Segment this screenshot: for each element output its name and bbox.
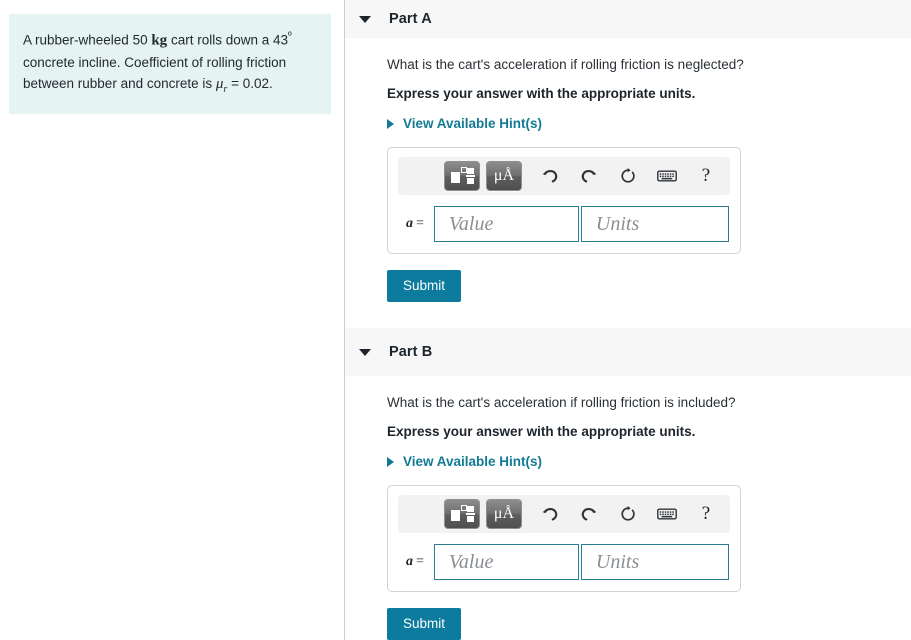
reset-icon[interactable]	[614, 501, 642, 527]
parts-spacer	[345, 302, 911, 328]
parts-pane: Part A What is the cart's acceleration i…	[345, 0, 911, 640]
variable-label-a: a =	[406, 216, 424, 231]
redo-icon[interactable]	[575, 163, 603, 189]
view-hints-label-a: View Available Hint(s)	[403, 116, 543, 131]
help-icon[interactable]: ?	[692, 163, 720, 189]
part-body-b: What is the cart's acceleration if rolli…	[345, 376, 911, 640]
undo-icon[interactable]	[536, 163, 564, 189]
math-toolbar-b: μÅ ?	[398, 495, 730, 533]
part-header-a[interactable]: Part A	[345, 0, 911, 38]
problem-statement-card: A rubber-wheeled 50 kg cart rolls down a…	[9, 14, 331, 114]
units-icon[interactable]: μÅ	[486, 161, 522, 191]
problem-text-part2: cart rolls down a 43	[167, 32, 288, 48]
problem-mass-unit: kg	[151, 32, 168, 49]
view-hints-label-b: View Available Hint(s)	[403, 454, 543, 469]
caret-right-icon	[387, 456, 394, 467]
undo-icon[interactable]	[536, 501, 564, 527]
redo-icon[interactable]	[575, 501, 603, 527]
caret-right-icon	[387, 118, 394, 129]
assignment-screen: A rubber-wheeled 50 kg cart rolls down a…	[0, 0, 911, 640]
reset-icon[interactable]	[614, 163, 642, 189]
part-header-b[interactable]: Part B	[345, 328, 911, 376]
math-toolbar-a: μÅ ?	[398, 157, 730, 195]
view-hints-link-a[interactable]: View Available Hint(s)	[387, 104, 542, 131]
view-hints-link-b[interactable]: View Available Hint(s)	[387, 442, 542, 469]
template-icon[interactable]	[444, 161, 480, 191]
variable-label-b: a =	[406, 554, 424, 569]
question-text-b: What is the cart's acceleration if rolli…	[387, 395, 736, 410]
part-title-a: Part A	[389, 11, 432, 27]
keyboard-icon[interactable]	[653, 163, 681, 189]
submit-button-a[interactable]: Submit	[387, 270, 462, 302]
answer-input-row-b: a = Value Units	[398, 544, 730, 580]
caret-down-icon[interactable]	[359, 348, 371, 356]
part-title-b: Part B	[389, 344, 433, 360]
instruction-text-b: Express your answer with the appropriate…	[387, 424, 696, 439]
units-icon[interactable]: μÅ	[486, 499, 522, 529]
submit-button-b[interactable]: Submit	[387, 608, 462, 640]
value-input-a[interactable]: Value	[433, 206, 579, 242]
mu-symbol: μr	[215, 75, 228, 95]
template-icon[interactable]	[444, 499, 480, 529]
answer-input-row-a: a = Value Units	[398, 206, 730, 242]
instruction-text-a: Express your answer with the appropriate…	[387, 86, 696, 101]
caret-down-icon[interactable]	[359, 15, 371, 23]
units-input-b[interactable]: Units	[580, 544, 729, 580]
problem-text-line2: concrete incline. Coefficient of rolling…	[23, 54, 287, 70]
problem-statement-pane: A rubber-wheeled 50 kg cart rolls down a…	[0, 0, 345, 640]
problem-text-part1: A rubber-wheeled 50	[23, 32, 152, 48]
degree-symbol: º	[288, 31, 292, 42]
mu-value: = 0.02.	[227, 75, 273, 91]
help-icon[interactable]: ?	[692, 501, 720, 527]
part-body-a: What is the cart's acceleration if rolli…	[345, 38, 911, 302]
question-text-a: What is the cart's acceleration if rolli…	[387, 57, 744, 72]
keyboard-icon[interactable]	[653, 501, 681, 527]
problem-text-line3: between rubber and concrete is	[23, 75, 216, 91]
value-input-b[interactable]: Value	[433, 544, 579, 580]
answer-box-b: μÅ ? a = Value Units	[387, 485, 741, 592]
answer-box-a: μÅ ? a = Value Units	[387, 147, 741, 254]
units-input-a[interactable]: Units	[580, 206, 729, 242]
